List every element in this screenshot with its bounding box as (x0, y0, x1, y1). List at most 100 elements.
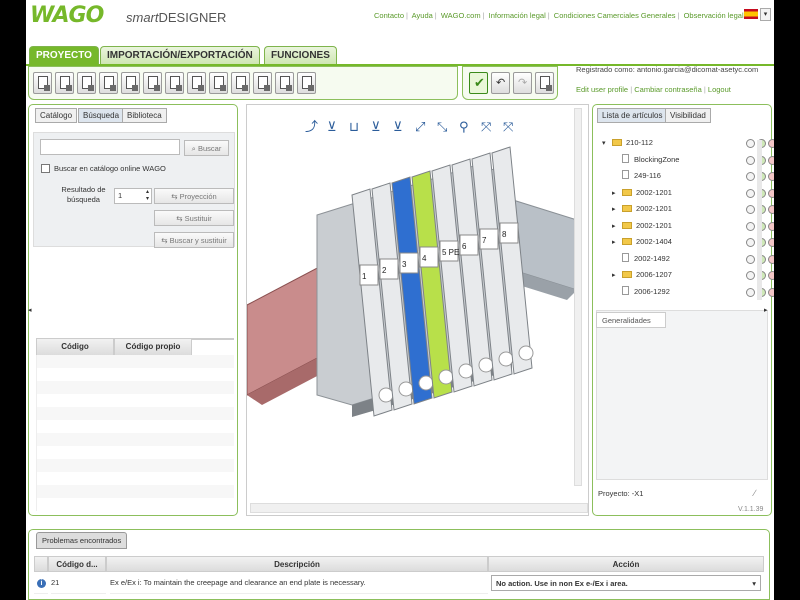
bill-of-materials-button[interactable] (187, 72, 206, 94)
col-codigo[interactable]: Código (36, 338, 114, 356)
tab-busqueda[interactable]: Búsqueda (78, 108, 125, 123)
view-tool-icon[interactable]: ⤧ (503, 120, 514, 135)
delete-icon[interactable] (768, 139, 774, 148)
info-icon[interactable] (746, 254, 755, 264)
link-contacto[interactable]: Contacto (374, 11, 404, 20)
view-tool-icon[interactable]: ⚲ (459, 120, 469, 135)
tree-item[interactable]: ▸ 2002-1201 (598, 201, 774, 218)
logout-link[interactable]: Logout (708, 85, 731, 94)
tree-item[interactable]: ▸ 2002-1404 (598, 234, 774, 251)
link-wago-com[interactable]: WAGO.com (441, 11, 481, 20)
delete-icon[interactable] (768, 271, 774, 280)
link-conditions[interactable]: Condiciones Camerciales Generales (554, 11, 676, 20)
replace-button[interactable]: ⇆ Sustituir (154, 210, 234, 226)
tab-generalidades[interactable]: Generalidades (596, 312, 666, 328)
view-tool-icon[interactable]: ⤡ (437, 120, 448, 135)
info-icon[interactable] (746, 172, 755, 181)
lock-button[interactable] (253, 72, 272, 94)
view-tool-icon[interactable]: ⤧ (481, 120, 492, 135)
info-icon[interactable] (746, 271, 755, 280)
info-icon[interactable] (746, 287, 755, 297)
link-ayuda[interactable]: Ayuda (412, 11, 433, 20)
tab-catalogo[interactable]: Catálogo (35, 108, 78, 123)
copy-project-button[interactable] (121, 72, 140, 94)
view-tool-icon[interactable]: ⤴ (305, 120, 318, 135)
tab-problems[interactable]: Problemas encontrados (36, 532, 128, 549)
view-tool-icon[interactable]: ⤢ (415, 120, 425, 135)
result-spinner[interactable]: 1 ▴ ▾ (114, 188, 152, 204)
expand-icon[interactable]: ▸ (612, 235, 622, 251)
print-label-button[interactable] (297, 72, 316, 94)
clipboard-button[interactable] (535, 72, 554, 94)
view-tool-icon[interactable]: ⊻ (371, 120, 381, 135)
delete-icon[interactable] (768, 155, 774, 165)
delete-icon[interactable] (768, 221, 774, 231)
view-tool-icon[interactable]: ⊔ (349, 120, 359, 135)
check-button[interactable]: ✔ (469, 72, 488, 94)
redo-button[interactable]: ↷ (513, 72, 532, 94)
search-replace-button[interactable]: ⇆ Buscar y sustituir (154, 232, 234, 248)
tree-item[interactable]: 249-116 (598, 168, 774, 185)
tab-biblioteca[interactable]: Biblioteca (122, 108, 167, 123)
tab-proyecto[interactable]: PROYECTO (29, 46, 99, 64)
link-legal-info[interactable]: Información legal (489, 11, 546, 20)
edit-pencil-icon[interactable]: ∕ (754, 488, 756, 498)
undo-button[interactable]: ↶ (491, 72, 510, 94)
view-tool-icon[interactable]: ⊻ (393, 120, 403, 135)
canvas-horizontal-scrollbar[interactable] (250, 503, 588, 513)
edit-profile-link[interactable]: Edit user profile (576, 85, 628, 94)
col-description[interactable]: Descripción (106, 556, 488, 572)
col-action[interactable]: Acción (488, 556, 764, 572)
action-select[interactable]: No action. Use in non Ex e-/Ex i area. ▾ (491, 575, 761, 591)
online-catalog-checkbox[interactable] (41, 164, 50, 173)
tree-item[interactable]: ▸ 2002-1201 (598, 185, 774, 202)
open-project-button[interactable] (55, 72, 74, 94)
delete-icon[interactable] (768, 238, 774, 247)
info-icon[interactable] (746, 221, 755, 231)
expand-icon[interactable]: ▸ (612, 202, 622, 218)
tab-funciones[interactable]: FUNCIONES (264, 46, 337, 64)
view-tool-icon[interactable]: ⊻ (327, 120, 337, 135)
transfer-button[interactable] (275, 72, 294, 94)
collapse-left-icon[interactable]: ◂ (28, 306, 32, 314)
info-icon[interactable] (746, 139, 755, 148)
new-project-button[interactable] (33, 72, 52, 94)
tab-article-list[interactable]: Lista de artículos (597, 108, 668, 123)
tab-import-export[interactable]: IMPORTACIÓN/EXPORTACIÓN (100, 46, 260, 64)
info-icon[interactable] (746, 155, 755, 165)
tree-item[interactable]: 2006-1292 (598, 284, 774, 301)
edit-project-button[interactable] (99, 72, 118, 94)
collapse-right-icon[interactable]: ▸ (764, 306, 768, 314)
design-canvas[interactable]: ⤴ ⊻ ⊔ ⊻ ⊻ ⤢ ⤡ ⚲ ⤧ ⤧ 1 2 3 4 5 PE 6 7 8 (246, 104, 589, 516)
tree-item[interactable]: BlockingZone (598, 152, 774, 169)
projection-button[interactable]: ⇆ Proyección (154, 188, 234, 204)
delete-icon[interactable] (768, 188, 774, 198)
info-icon[interactable] (746, 205, 755, 214)
project-properties-button[interactable] (165, 72, 184, 94)
users-button[interactable] (209, 72, 228, 94)
expand-icon[interactable]: ▸ (612, 186, 622, 202)
print-project-button[interactable] (143, 72, 162, 94)
col-code[interactable]: Código d... (48, 556, 106, 572)
expand-icon[interactable]: ▸ (612, 268, 622, 284)
tree-item[interactable]: ▾ 210-112 (598, 135, 774, 152)
tree-item[interactable]: 2002-1492 (598, 251, 774, 268)
info-icon[interactable] (746, 188, 755, 198)
delete-icon[interactable] (768, 172, 774, 181)
info-icon[interactable] (746, 238, 755, 247)
delete-icon[interactable] (768, 287, 774, 297)
link-legal-note[interactable]: Observación legal (684, 11, 744, 20)
search-input[interactable] (40, 139, 180, 155)
spain-flag-icon[interactable] (744, 9, 758, 19)
tree-scrollbar[interactable] (757, 140, 762, 300)
search-button[interactable]: ⌕ Buscar (184, 140, 229, 156)
tab-visibility[interactable]: Visibilidad (665, 108, 711, 123)
expand-icon[interactable]: ▸ (612, 219, 622, 235)
delete-icon[interactable] (768, 205, 774, 214)
change-password-link[interactable]: Cambiar contraseña (634, 85, 702, 94)
expand-icon[interactable]: ▾ (602, 136, 612, 152)
tree-item[interactable]: ▸ 2002-1201 (598, 218, 774, 235)
save-project-button[interactable] (77, 72, 96, 94)
export-button[interactable] (231, 72, 250, 94)
tree-item[interactable]: ▸ 2006-1207 (598, 267, 774, 284)
